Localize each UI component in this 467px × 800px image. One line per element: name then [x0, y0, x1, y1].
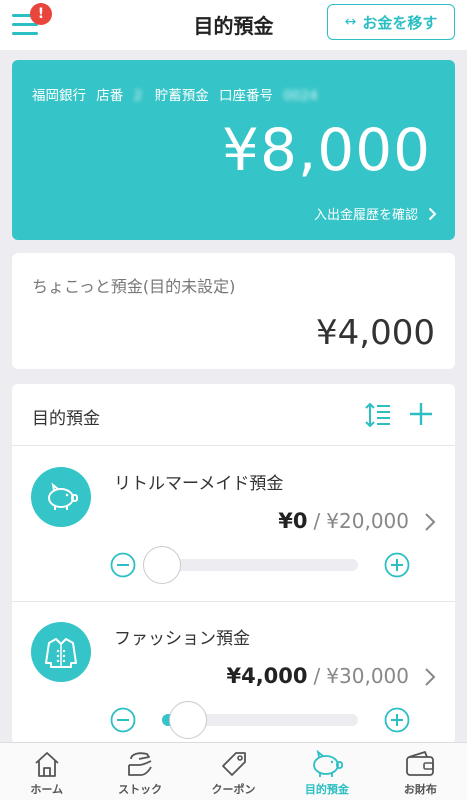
account-balance: ¥8,000: [222, 116, 431, 184]
nav-item-goal-deposit[interactable]: 目的預金: [280, 743, 373, 800]
nav-label-home: ホーム: [30, 783, 64, 796]
chokotto-label: ちょこっと預金(目的未設定): [32, 277, 236, 296]
branch-label: 店番: [96, 88, 124, 104]
transfer-money-button[interactable]: ↔ お金を移す: [327, 4, 455, 40]
goal-amount-separator: /: [313, 664, 321, 688]
account-card: 福岡銀行 店番 2 貯蓄預金 口座番号 0024 ¥8,000 入出金履歴を確認: [12, 60, 455, 240]
decrease-button[interactable]: [110, 552, 136, 578]
sort-icon[interactable]: [363, 400, 393, 430]
chokotto-deposit-card[interactable]: ちょこっと預金(目的未設定) ¥4,000: [12, 253, 455, 369]
goal-target-amount: ¥20,000: [326, 509, 409, 533]
goal-item[interactable]: ファッション預金 ¥4,000/¥30,000: [12, 602, 455, 744]
nav-label-coupon: クーポン: [211, 783, 256, 796]
chevron-right-icon[interactable]: [423, 511, 437, 533]
goal-current-amount: ¥4,000: [226, 664, 308, 688]
nav-item-coupon[interactable]: クーポン: [187, 743, 280, 800]
goal-item[interactable]: リトルマーメイド預金 ¥0/¥20,000: [12, 447, 455, 602]
increase-button[interactable]: [384, 707, 410, 733]
goal-current-amount: ¥0: [278, 509, 308, 533]
bank-name: 福岡銀行: [32, 88, 86, 104]
transaction-history-link[interactable]: 入出金履歴を確認: [314, 204, 437, 223]
bottom-navigation: ホーム ストック クーポン 目的預金 お財布: [0, 742, 467, 800]
account-type: 貯蓄預金: [154, 88, 209, 104]
account-info: 福岡銀行 店番 2 貯蓄預金 口座番号 0024: [32, 84, 326, 104]
increase-button[interactable]: [384, 552, 410, 578]
decrease-button[interactable]: [110, 707, 136, 733]
goal-amount-separator: /: [313, 509, 321, 533]
chevron-right-icon[interactable]: [423, 666, 437, 688]
nav-item-wallet[interactable]: お財布: [374, 743, 467, 800]
slider-thumb[interactable]: [169, 701, 208, 739]
transfer-money-label: お金を移す: [362, 13, 438, 32]
goal-amounts: ¥4,000/¥30,000: [226, 664, 409, 688]
nav-label-wallet: お財布: [403, 783, 437, 796]
chevron-right-icon: [428, 207, 437, 220]
goal-name: ファッション預金: [114, 629, 250, 649]
wallet-icon: [406, 751, 435, 776]
stock-hand-icon: [128, 752, 152, 776]
home-icon: [35, 752, 59, 777]
goal-amounts: ¥0/¥20,000: [278, 509, 409, 533]
nav-label-stock: ストック: [118, 783, 163, 796]
history-link-label: 入出金履歴を確認: [313, 208, 418, 223]
goal-avatar: [31, 622, 91, 682]
nav-item-home[interactable]: ホーム: [0, 743, 93, 800]
goal-slider[interactable]: [162, 701, 358, 739]
nav-label-goal-deposit: 目的預金: [304, 783, 349, 796]
piggy-bank-icon: [48, 482, 78, 510]
slider-thumb[interactable]: [143, 546, 181, 584]
branch-number: 2: [133, 88, 145, 104]
goal-deposit-panel: 目的預金 リトルマーメイド預金 ¥0/¥20,000 ファッション預金 ¥4,0…: [12, 384, 455, 744]
account-number: 0024: [283, 88, 320, 104]
piggy-bank-icon: [313, 749, 343, 777]
jacket-icon: [45, 638, 77, 668]
goal-panel-header: 目的預金: [12, 384, 455, 446]
arrow-left-right-icon: ↔: [344, 14, 357, 30]
goal-avatar: [31, 467, 91, 527]
goal-slider[interactable]: [143, 546, 358, 584]
goal-panel-heading: 目的預金: [32, 409, 100, 429]
goal-target-amount: ¥30,000: [326, 664, 409, 688]
account-number-label: 口座番号: [219, 88, 274, 104]
goal-name: リトルマーメイド預金: [114, 474, 284, 494]
nav-item-stock[interactable]: ストック: [93, 743, 186, 800]
app-header: ! 目的預金 ↔ お金を移す: [0, 0, 467, 50]
add-goal-icon[interactable]: [407, 400, 435, 428]
coupon-tag-icon: [221, 752, 246, 776]
chokotto-amount: ¥4,000: [316, 313, 435, 353]
